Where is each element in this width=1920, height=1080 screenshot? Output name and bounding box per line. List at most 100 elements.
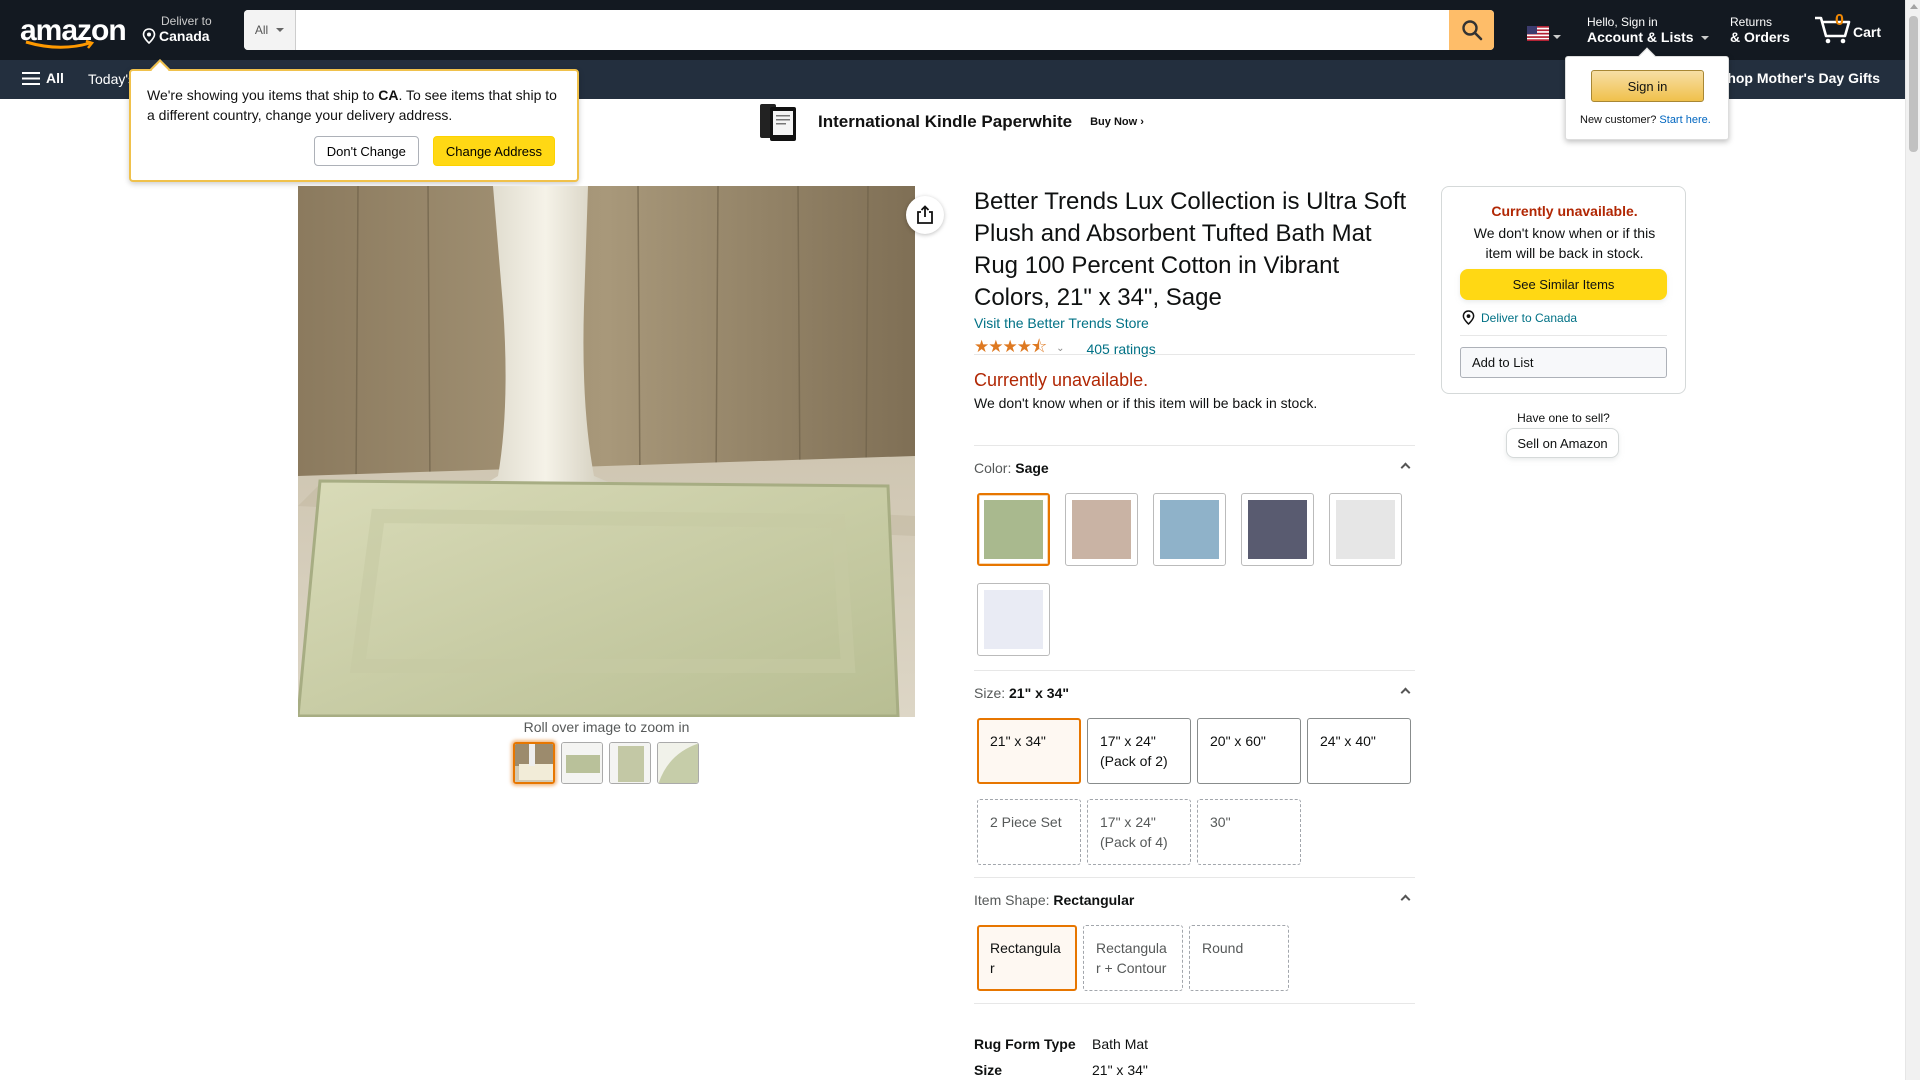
- shape-option[interactable]: Rectangula r + Contour: [1083, 925, 1183, 991]
- shape-option[interactable]: Rectangula r: [977, 925, 1077, 991]
- search-icon: [1461, 20, 1482, 41]
- swatch-color: [1072, 500, 1131, 559]
- rating-dropdown-icon[interactable]: ⌄: [1056, 343, 1064, 354]
- color-selected: Sage: [1015, 460, 1049, 476]
- rating-row: ★★★★⯪ ⌄ 405 ratings: [974, 334, 1156, 363]
- ship-message: We're showing you items that ship to CA.…: [147, 87, 557, 123]
- size-option[interactable]: 24" x 40": [1307, 718, 1411, 784]
- see-similar-items-button[interactable]: See Similar Items: [1460, 269, 1667, 300]
- dropdown-caret-icon: [276, 28, 285, 32]
- buybox-status: Currently unavailable.: [1491, 203, 1638, 219]
- shape-selected: Rectangular: [1053, 892, 1135, 908]
- size-header[interactable]: Size: 21" x 34": [974, 685, 1415, 701]
- divider: [974, 1003, 1415, 1004]
- hamburger-icon: [22, 71, 40, 85]
- signin-popover: Sign in New customer? Start here.: [1565, 47, 1729, 140]
- buy-box: Currently unavailable. We don't know whe…: [1441, 186, 1686, 394]
- search-button[interactable]: [1449, 10, 1494, 50]
- sign-in-button[interactable]: Sign in: [1591, 70, 1704, 102]
- store-link[interactable]: Visit the Better Trends Store: [974, 315, 1149, 331]
- start-here-link[interactable]: Start here.: [1659, 114, 1710, 126]
- dont-change-button[interactable]: Don't Change: [313, 136, 419, 166]
- availability-note: We don't know when or if this item will …: [974, 395, 1318, 411]
- language-selector[interactable]: [1527, 26, 1561, 41]
- thumbnail[interactable]: [609, 742, 651, 784]
- scroll-up-arrow-icon[interactable]: [1910, 4, 1918, 9]
- divider: [974, 670, 1415, 671]
- nav-todays-deals[interactable]: Today's: [88, 71, 135, 87]
- color-swatch[interactable]: [1329, 493, 1402, 566]
- cart-count: 0: [1835, 12, 1844, 29]
- thumbnail[interactable]: [513, 742, 555, 784]
- swatch-color: [1248, 500, 1307, 559]
- color-swatch-sage[interactable]: [977, 493, 1050, 566]
- location-pin-icon: [1462, 310, 1475, 325]
- swatch-color: [984, 590, 1043, 649]
- search-input[interactable]: [296, 10, 1449, 50]
- spec-row: Rug Form Type Bath Mat: [974, 1036, 1149, 1052]
- size-selected: 21" x 34": [1009, 685, 1070, 701]
- scrollbar[interactable]: [1905, 0, 1920, 1080]
- shape-header[interactable]: Item Shape: Rectangular: [974, 892, 1415, 908]
- logo-smile-icon: [25, 40, 95, 49]
- divider: [974, 354, 1415, 355]
- cart-label: Cart: [1853, 24, 1882, 40]
- top-nav: amazon Deliver to Canada All Hello, Sign…: [0, 0, 1905, 60]
- color-swatch[interactable]: [1241, 493, 1314, 566]
- collapse-chevron-icon[interactable]: [1400, 687, 1411, 698]
- swatch-color: [1336, 500, 1395, 559]
- size-option[interactable]: 21" x 34": [977, 718, 1081, 784]
- returns-orders[interactable]: Returns & Orders: [1730, 15, 1790, 45]
- product-title: Better Trends Lux Collection is Ultra So…: [974, 188, 1407, 311]
- us-flag-icon: [1527, 26, 1549, 41]
- location-pin-icon: [142, 28, 156, 44]
- deliver-to-link[interactable]: Deliver to Canada: [1462, 310, 1577, 325]
- all-menu-button[interactable]: All: [22, 70, 64, 86]
- cart[interactable]: 0 Cart: [1813, 12, 1881, 44]
- product-specs: Rug Form Type Bath Mat Size 21" x 34": [974, 1031, 1148, 1080]
- ship-to-popover: We're showing you items that ship to CA.…: [129, 59, 579, 182]
- kindle-device-icon: [760, 104, 796, 141]
- color-swatch[interactable]: [1065, 493, 1138, 566]
- size-option[interactable]: 20" x 60": [1197, 718, 1301, 784]
- zoom-hint: Roll over image to zoom in: [523, 719, 690, 735]
- add-to-list-button[interactable]: Add to List: [1460, 347, 1667, 378]
- spec-row: Size 21" x 34": [974, 1062, 1148, 1078]
- thumbnail[interactable]: [657, 742, 699, 784]
- nav-mothers-day[interactable]: Shop Mother's Day Gifts: [1718, 70, 1880, 86]
- size-option[interactable]: 30": [1197, 799, 1301, 865]
- cart-icon: [1815, 16, 1851, 44]
- collapse-chevron-icon[interactable]: [1400, 894, 1411, 905]
- swatch-color: [1160, 500, 1219, 559]
- shape-option[interactable]: Round: [1189, 925, 1289, 991]
- collapse-chevron-icon[interactable]: [1400, 462, 1411, 473]
- account-lists[interactable]: Hello, Sign in Account & Lists: [1587, 15, 1710, 45]
- size-option[interactable]: 17" x 24" (Pack of 2): [1087, 718, 1191, 784]
- have-one-to-sell: Have one to sell?: [1517, 411, 1610, 425]
- search-category-select[interactable]: All: [244, 10, 296, 50]
- color-header[interactable]: Color: Sage: [974, 460, 1415, 476]
- banner-buy-now[interactable]: Buy Now ›: [1090, 116, 1144, 128]
- divider: [1460, 335, 1667, 336]
- thumbnail-strip: [513, 742, 699, 784]
- size-option[interactable]: 2 Piece Set: [977, 799, 1081, 865]
- sell-on-amazon-button[interactable]: Sell on Amazon: [1506, 428, 1619, 458]
- account-greeting: Hello, Sign in: [1587, 15, 1658, 29]
- account-label: Account & Lists: [1587, 29, 1694, 45]
- divider: [974, 445, 1415, 446]
- color-swatch[interactable]: [1153, 493, 1226, 566]
- kindle-banner[interactable]: International Kindle Paperwhite Buy Now …: [758, 100, 1144, 144]
- size-option[interactable]: 17" x 24" (Pack of 4): [1087, 799, 1191, 865]
- color-swatch[interactable]: [977, 583, 1050, 656]
- change-address-button[interactable]: Change Address: [432, 136, 555, 166]
- search-bar: All: [244, 10, 1494, 50]
- deliver-to[interactable]: Deliver to Canada: [142, 14, 212, 44]
- page: amazon Deliver to Canada All Hello, Sign…: [0, 0, 1920, 1080]
- thumbnail[interactable]: [561, 742, 603, 784]
- scrollbar-thumb[interactable]: [1909, 16, 1918, 152]
- share-button[interactable]: [906, 196, 944, 234]
- availability-status: Currently unavailable.: [974, 370, 1149, 390]
- star-rating-icon[interactable]: ★★★★⯪: [974, 334, 1047, 363]
- deliver-label: Deliver to: [161, 14, 212, 28]
- product-main-image[interactable]: [298, 186, 915, 717]
